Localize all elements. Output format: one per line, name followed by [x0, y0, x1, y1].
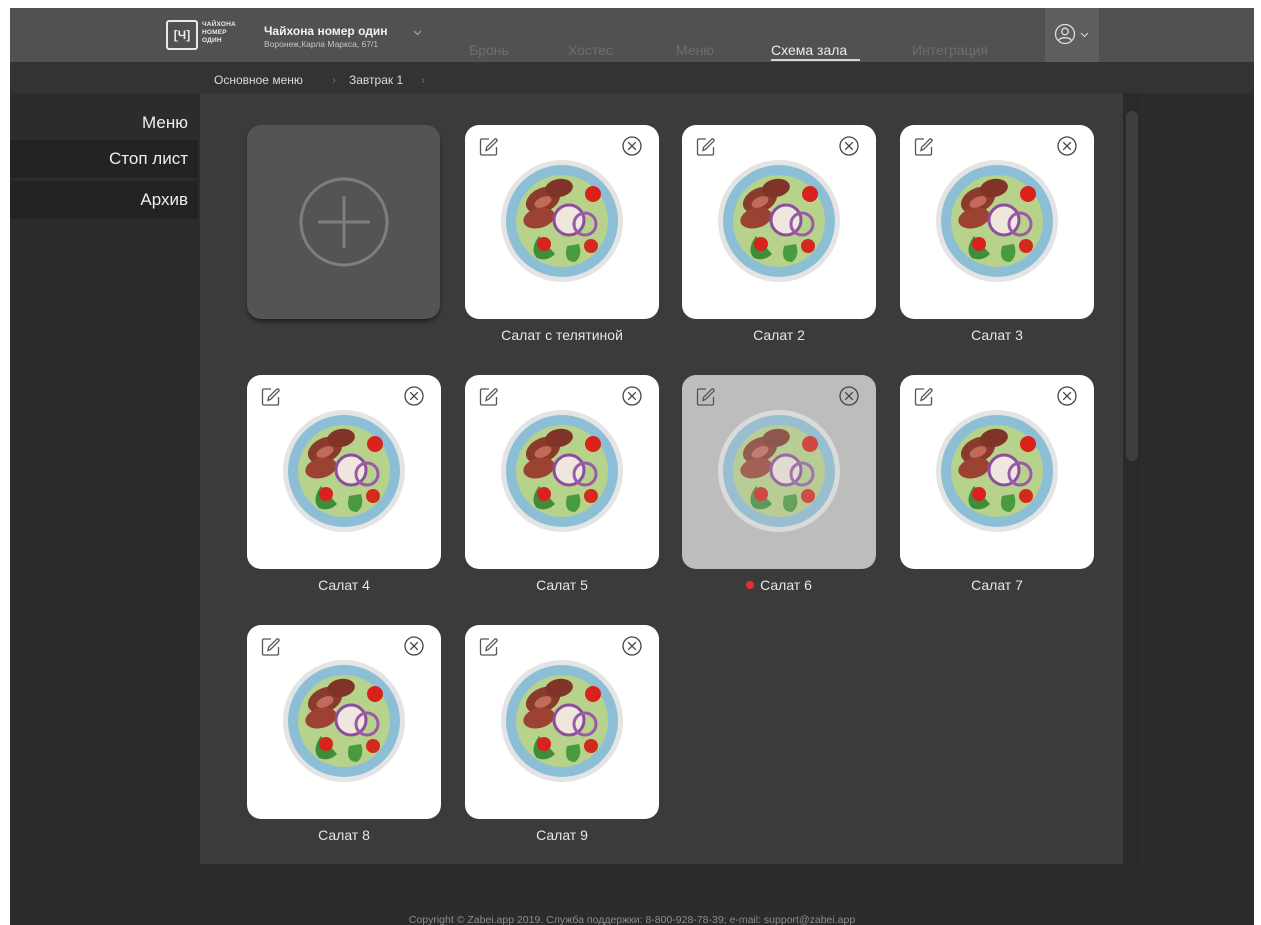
close-icon[interactable]: [838, 135, 860, 162]
dish-name-label: Салат 4: [247, 577, 441, 593]
edit-icon[interactable]: [478, 136, 500, 163]
dish-name-label: Салат 9: [465, 827, 659, 843]
nav-tab-hall-scheme[interactable]: Схема зала: [771, 42, 847, 58]
logo-text: ЧАЙХОНА НОМЕР ОДИН: [202, 21, 236, 45]
active-tab-underline: [771, 59, 860, 61]
sidebar-item-archive[interactable]: Архив: [10, 181, 198, 219]
dish-name-label: Салат 8: [247, 827, 441, 843]
close-icon[interactable]: [403, 635, 425, 662]
logo-line: ОДИН: [202, 37, 222, 44]
dish-name-label: Салат 5: [465, 577, 659, 593]
scrollbar-thumb[interactable]: [1126, 111, 1138, 461]
app-window: [Ч] ЧАЙХОНА НОМЕР ОДИН Чайхона номер оди…: [10, 8, 1254, 925]
sidebar-item-menu[interactable]: Меню: [10, 104, 198, 142]
edit-icon[interactable]: [260, 636, 282, 663]
dish-name-text: Салат 5: [536, 577, 588, 593]
dish-name-text: Салат с телятиной: [501, 327, 623, 343]
nav-tab-bron[interactable]: Бронь: [469, 42, 509, 58]
dish-name-label: Салат 7: [900, 577, 1094, 593]
dish-card[interactable]: [900, 125, 1094, 319]
dish-card[interactable]: [247, 375, 441, 569]
dish-image: [281, 408, 407, 539]
sidebar-item-stop-list[interactable]: Стоп лист: [10, 140, 198, 178]
chevron-down-icon[interactable]: [413, 28, 422, 37]
close-icon[interactable]: [621, 385, 643, 412]
profile-menu-button[interactable]: [1045, 8, 1099, 62]
edit-icon[interactable]: [478, 386, 500, 413]
breadcrumb: Основное меню › Завтрак 1 ›: [10, 62, 1254, 93]
close-icon[interactable]: [621, 135, 643, 162]
close-icon[interactable]: [621, 635, 643, 662]
edit-icon[interactable]: [478, 636, 500, 663]
nav-tab-integration[interactable]: Интеграция: [912, 42, 988, 58]
breadcrumb-separator-icon: ›: [332, 73, 336, 87]
dish-name-text: Салат 9: [536, 827, 588, 843]
logo-line: НОМЕР: [202, 29, 227, 36]
dish-image: [499, 158, 625, 289]
dish-card[interactable]: [682, 125, 876, 319]
scrollbar[interactable]: [1123, 93, 1141, 864]
chevron-down-icon: [1080, 32, 1089, 38]
dish-image: [499, 658, 625, 789]
dish-image: [716, 408, 842, 539]
close-icon[interactable]: [403, 385, 425, 412]
stop-status-dot: [746, 581, 755, 589]
org-name[interactable]: Чайхона номер один: [264, 24, 388, 38]
dish-image: [934, 158, 1060, 289]
nav-tab-menu[interactable]: Меню: [676, 42, 714, 58]
dish-name-label: Салат 6: [682, 577, 876, 593]
dish-image: [281, 658, 407, 789]
nav-tab-hostes[interactable]: Хостес: [568, 42, 613, 58]
add-item-button[interactable]: [247, 125, 440, 319]
top-bar: [Ч] ЧАЙХОНА НОМЕР ОДИН Чайхона номер оди…: [10, 8, 1254, 62]
dish-image: [499, 408, 625, 539]
close-icon[interactable]: [1056, 385, 1078, 412]
logo-line: ЧАЙХОНА: [202, 21, 236, 28]
dish-card[interactable]: [682, 375, 876, 569]
dish-name-text: Салат 6: [760, 577, 812, 593]
dish-name-text: Салат 8: [318, 827, 370, 843]
footer-copyright: Copyright © Zabei.app 2019. Служба подде…: [408, 914, 856, 925]
user-circle-icon: [1054, 23, 1076, 45]
dish-image: [716, 158, 842, 289]
close-icon[interactable]: [1056, 135, 1078, 162]
dish-name-text: Салат 2: [753, 327, 805, 343]
dish-name-text: Салат 3: [971, 327, 1023, 343]
org-address: Воронеж,Карла Маркса, 67/1: [264, 39, 379, 49]
edit-icon[interactable]: [695, 136, 717, 163]
breadcrumb-item-breakfast[interactable]: Завтрак 1: [349, 73, 403, 87]
dish-name-label: Салат с телятиной: [465, 327, 659, 343]
logo-icon[interactable]: [Ч]: [166, 20, 198, 50]
dish-card[interactable]: [465, 375, 659, 569]
dish-image: [934, 408, 1060, 539]
dish-card[interactable]: [900, 375, 1094, 569]
dish-name-text: Салат 7: [971, 577, 1023, 593]
plus-circle-icon: [299, 177, 389, 267]
edit-icon[interactable]: [695, 386, 717, 413]
edit-icon[interactable]: [913, 136, 935, 163]
dish-card[interactable]: [247, 625, 441, 819]
dish-name-text: Салат 4: [318, 577, 370, 593]
dish-name-label: Салат 2: [682, 327, 876, 343]
edit-icon[interactable]: [260, 386, 282, 413]
dish-card[interactable]: [465, 125, 659, 319]
menu-items-grid: Салат с телятиной Салат 2 Салат 3 Салат 4 Са…: [200, 93, 1123, 864]
dish-card[interactable]: [465, 625, 659, 819]
dish-name-label: Салат 3: [900, 327, 1094, 343]
edit-icon[interactable]: [913, 386, 935, 413]
breadcrumb-item-main-menu[interactable]: Основное меню: [214, 73, 303, 87]
close-icon[interactable]: [838, 385, 860, 412]
breadcrumb-separator-icon: ›: [421, 73, 425, 87]
